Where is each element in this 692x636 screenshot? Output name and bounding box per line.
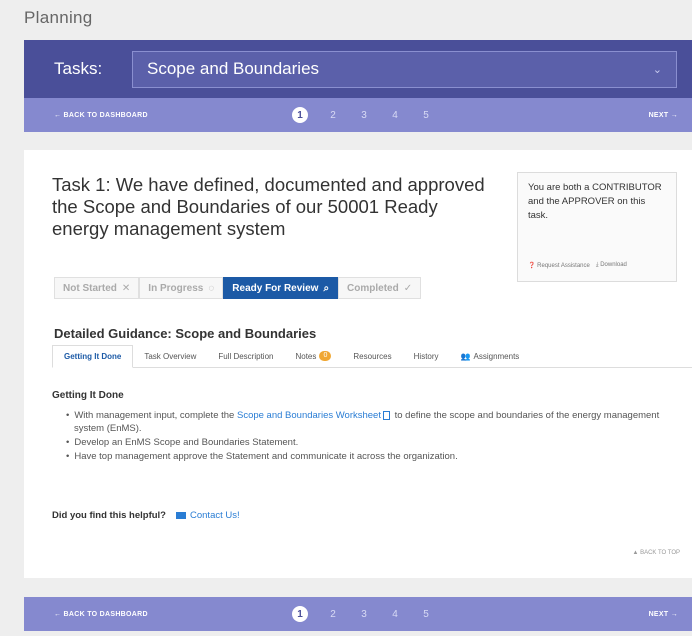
- status-row: Not Started ✕ In Progress ◌ Ready For Re…: [54, 277, 422, 299]
- guidance-title: Detailed Guidance: Scope and Boundaries: [54, 326, 317, 341]
- request-assistance-link[interactable]: ❓ Request Assistance: [528, 262, 590, 269]
- chevron-down-icon: ⌄: [652, 63, 662, 76]
- search-icon: ⌕: [323, 282, 330, 294]
- step-4[interactable]: 4: [389, 609, 401, 620]
- step-nav: 1 2 3 4 5: [292, 606, 432, 622]
- step-5[interactable]: 5: [420, 110, 432, 121]
- close-icon: ✕: [121, 282, 131, 294]
- spinner-icon: ◌: [208, 282, 215, 294]
- task-title: Task 1: We have defined, documented and …: [52, 174, 485, 239]
- task-header: Tasks: Scope and Boundaries ⌄: [24, 40, 692, 98]
- tab-history[interactable]: History: [403, 352, 450, 367]
- task-select-value: Scope and Boundaries: [147, 59, 320, 78]
- help-icon: ❓: [528, 263, 536, 269]
- task-select[interactable]: Scope and Boundaries ⌄: [132, 50, 677, 88]
- notes-count-badge: 0: [319, 351, 332, 361]
- list-item: Have top management approve the Statemen…: [64, 450, 684, 463]
- role-links: ❓ Request Assistance ⤓ Download: [528, 262, 627, 269]
- status-ready-for-review[interactable]: Ready For Review ⌕: [223, 277, 339, 299]
- step-3[interactable]: 3: [358, 609, 370, 620]
- tab-task-overview[interactable]: Task Overview: [133, 352, 207, 367]
- next-link[interactable]: NEXT →: [649, 611, 678, 618]
- section-heading: Getting It Done: [52, 390, 124, 401]
- tab-resources[interactable]: Resources: [342, 352, 402, 367]
- check-icon: ✓: [403, 282, 413, 294]
- status-in-progress[interactable]: In Progress ◌: [139, 277, 224, 299]
- step-1[interactable]: 1: [292, 107, 308, 123]
- tasks-label: Tasks:: [54, 59, 103, 78]
- arrow-up-icon: ▲: [632, 550, 639, 556]
- list-item: With management input, complete the Scop…: [64, 409, 684, 435]
- helpful-row: Did you find this helpful? Contact Us!: [52, 510, 240, 521]
- tab-assignments[interactable]: 👥 Assignments: [450, 352, 531, 367]
- list-item: Develop an EnMS Scope and Boundaries Sta…: [64, 436, 684, 449]
- step-2[interactable]: 2: [327, 609, 339, 620]
- guidance-list: With management input, complete the Scop…: [64, 409, 684, 464]
- back-to-top-link[interactable]: ▲ BACK TO TOP: [632, 550, 680, 556]
- back-to-dashboard-link[interactable]: ← BACK TO DASHBOARD: [54, 112, 148, 119]
- stepbar-top: ← BACK TO DASHBOARD 1 2 3 4 5 NEXT →: [24, 98, 692, 132]
- stepbar-bottom: ← BACK TO DASHBOARD 1 2 3 4 5 NEXT →: [24, 597, 692, 631]
- step-nav: 1 2 3 4 5: [292, 107, 432, 123]
- page-heading: Planning: [24, 8, 93, 27]
- download-link[interactable]: ⤓ Download: [596, 262, 627, 269]
- tab-notes[interactable]: Notes 0: [284, 351, 342, 367]
- download-icon: ⤓: [595, 262, 599, 268]
- helpful-question: Did you find this helpful?: [52, 510, 166, 521]
- users-icon: 👥: [460, 352, 471, 361]
- step-4[interactable]: 4: [389, 110, 401, 121]
- next-link[interactable]: NEXT →: [649, 112, 678, 119]
- task-card: Task 1: We have defined, documented and …: [24, 150, 692, 578]
- step-5[interactable]: 5: [420, 609, 432, 620]
- worksheet-link[interactable]: Scope and Boundaries Worksheet: [237, 410, 381, 421]
- step-2[interactable]: 2: [327, 110, 339, 121]
- step-3[interactable]: 3: [358, 110, 370, 121]
- back-to-dashboard-link[interactable]: ← BACK TO DASHBOARD: [54, 611, 148, 618]
- contact-us-link[interactable]: Contact Us!: [176, 510, 240, 521]
- status-completed[interactable]: Completed ✓: [338, 277, 422, 299]
- status-not-started[interactable]: Not Started ✕: [54, 277, 140, 299]
- document-icon[interactable]: [382, 410, 390, 420]
- envelope-icon: [176, 512, 186, 519]
- step-1[interactable]: 1: [292, 606, 308, 622]
- role-message: You are both a CONTRIBUTOR and the APPRO…: [528, 182, 662, 221]
- role-box: You are both a CONTRIBUTOR and the APPRO…: [517, 172, 677, 282]
- tab-full-description[interactable]: Full Description: [207, 352, 284, 367]
- guidance-tabs: Getting It Done Task Overview Full Descr…: [52, 345, 692, 368]
- tab-getting-it-done[interactable]: Getting It Done: [52, 345, 134, 368]
